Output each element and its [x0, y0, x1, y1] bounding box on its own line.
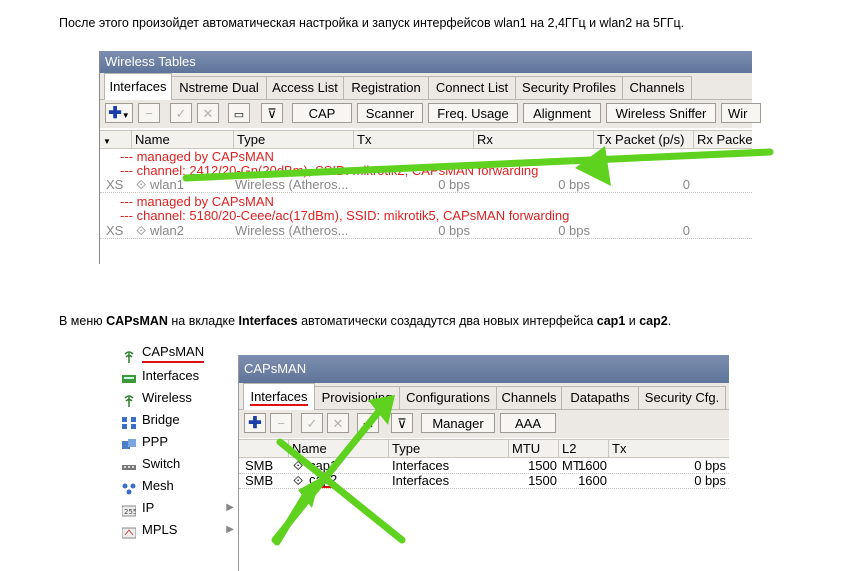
annotation-overlay-bottom [271, 395, 406, 546]
